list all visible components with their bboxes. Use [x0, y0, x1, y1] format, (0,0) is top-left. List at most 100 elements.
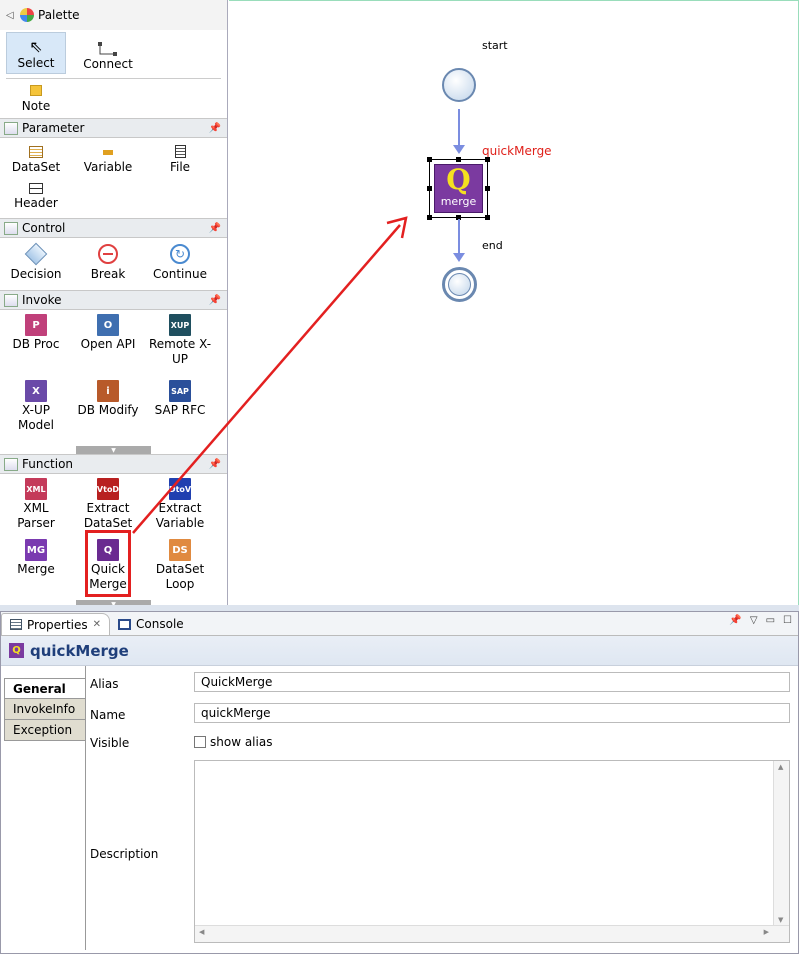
diagram-canvas[interactable]: start quickMerge Q merge end [229, 0, 799, 606]
connect-tool-label: Connect [83, 57, 133, 71]
checkbox-label: show alias [210, 735, 273, 749]
selection-handle[interactable] [485, 215, 490, 220]
db-proc-icon: P [25, 314, 47, 336]
category-label: Control [22, 221, 66, 235]
tool-label: X-UP Model [17, 403, 55, 432]
collapse-arrow-icon[interactable]: ◁ [6, 10, 20, 21]
note-tool[interactable]: Note [0, 79, 72, 118]
category-label: Invoke [22, 293, 62, 307]
tool-label: Variable [83, 160, 133, 174]
selection-handle[interactable] [427, 157, 432, 162]
horizontal-scrollbar[interactable]: ◀ ▶ [195, 925, 789, 942]
close-icon[interactable]: ✕ [93, 619, 101, 630]
selection-handle[interactable] [485, 186, 490, 191]
tool-remote-xup[interactable]: XUP Remote X-UP [144, 314, 216, 374]
description-textarea[interactable]: ▲ ▼ ◀ ▶ [194, 760, 790, 943]
name-input[interactable]: quickMerge [194, 703, 790, 723]
tool-header[interactable]: Header [0, 182, 72, 219]
vertical-scrollbar[interactable]: ▲ ▼ [773, 761, 789, 926]
tool-extract-variable[interactable]: DtoV Extract Variable [144, 478, 216, 538]
section-tabs: General InvokeInfo Exception [4, 678, 86, 741]
pin-icon[interactable]: 📌 [209, 123, 221, 134]
note-tool-label: Note [21, 99, 51, 113]
side-tab-general[interactable]: General [4, 678, 86, 699]
tool-db-modify[interactable]: i DB Modify [72, 380, 144, 440]
tool-sap-rfc[interactable]: SAP SAP RFC [144, 380, 216, 440]
visible-label: Visible [90, 736, 130, 750]
tool-label: Extract Variable [155, 501, 205, 530]
tool-xup-model[interactable]: X X-UP Model [0, 380, 72, 440]
selection-handle[interactable] [427, 186, 432, 191]
remote-xup-icon: XUP [169, 314, 191, 336]
tool-label: Break [90, 267, 126, 281]
show-alias-checkbox[interactable]: show alias [194, 735, 272, 749]
side-tab-invokeinfo[interactable]: InvokeInfo [4, 699, 86, 720]
category-function[interactable]: Function 📌 [0, 454, 227, 474]
pin-icon[interactable]: 📌 [209, 459, 221, 470]
palette-header: ◁ Palette [0, 0, 227, 30]
view-toolbar: 📌 ▽ ▭ ☐ [729, 615, 792, 626]
pointer-icon: ⇖ [29, 37, 43, 56]
tool-label: DB Modify [77, 403, 139, 417]
select-tool[interactable]: ⇖ Select [6, 32, 66, 74]
view-tab-bar: Properties ✕ Console 📌 ▽ ▭ ☐ [1, 612, 798, 636]
tool-break[interactable]: Break [72, 242, 144, 290]
connector-node-to-end[interactable] [451, 219, 467, 265]
selection-handle[interactable] [427, 215, 432, 220]
header-icon [29, 182, 43, 194]
file-icon [174, 145, 186, 158]
quick-merge-node[interactable]: Q merge [427, 157, 490, 220]
pin-icon[interactable]: 📌 [209, 223, 221, 234]
category-label: Parameter [22, 121, 85, 135]
tool-dataset-loop[interactable]: DS DataSet Loop [144, 539, 216, 599]
connect-icon [98, 42, 117, 56]
tab-label: Console [136, 617, 184, 631]
tool-label: XML Parser [17, 501, 55, 530]
category-control[interactable]: Control 📌 [0, 218, 227, 238]
tab-console[interactable]: Console [110, 613, 192, 635]
merge-text: merge [440, 195, 477, 208]
selection-handle[interactable] [456, 157, 461, 162]
connect-tool[interactable]: Connect [66, 32, 150, 74]
minimize-icon[interactable]: ▭ [766, 615, 775, 626]
variable-icon [103, 150, 113, 155]
scroll-down-indicator[interactable]: ▼ [76, 446, 151, 454]
tool-file[interactable]: File [144, 142, 216, 183]
category-invoke[interactable]: Invoke 📌 [0, 290, 227, 310]
break-icon [98, 244, 118, 264]
dataset-loop-icon: DS [169, 539, 191, 561]
tab-properties[interactable]: Properties ✕ [1, 613, 111, 635]
category-parameter[interactable]: Parameter 📌 [0, 118, 227, 138]
quick-merge-small-icon: Q [9, 643, 24, 658]
checkbox-box[interactable] [194, 736, 206, 748]
tool-extract-dataset[interactable]: VtoD Extract DataSet [72, 478, 144, 538]
tool-db-proc[interactable]: P DB Proc [0, 314, 72, 374]
start-node[interactable] [442, 68, 476, 102]
xml-parser-icon: XML [25, 478, 47, 500]
tool-continue[interactable]: ↻ Continue [144, 242, 216, 290]
selection-handle[interactable] [485, 157, 490, 162]
pin-icon[interactable]: 📌 [209, 295, 221, 306]
tool-variable[interactable]: Variable [72, 142, 144, 183]
pin-view-icon[interactable]: 📌 [729, 615, 741, 626]
connector-start-to-node[interactable] [451, 109, 467, 155]
maximize-icon[interactable]: ☐ [783, 615, 792, 626]
view-menu-icon[interactable]: ▽ [750, 615, 758, 626]
alias-label: Alias [90, 677, 119, 691]
properties-icon [10, 619, 22, 630]
tool-decision[interactable]: Decision [0, 242, 72, 290]
tool-dataset[interactable]: DataSet [0, 142, 72, 183]
alias-input[interactable]: QuickMerge [194, 672, 790, 692]
side-tab-exception[interactable]: Exception [4, 720, 86, 741]
tool-label: Open API [80, 337, 136, 351]
continue-icon: ↻ [170, 244, 190, 264]
tool-label: Remote X-UP [148, 337, 212, 366]
tool-open-api[interactable]: O Open API [72, 314, 144, 374]
quick-merge-node-label: quickMerge [482, 144, 552, 158]
name-label: Name [90, 708, 126, 722]
tool-merge[interactable]: MG Merge [0, 539, 72, 599]
tool-xml-parser[interactable]: XML XML Parser [0, 478, 72, 538]
category-label: Function [22, 457, 74, 471]
end-node[interactable] [442, 267, 477, 302]
console-icon [118, 618, 132, 630]
